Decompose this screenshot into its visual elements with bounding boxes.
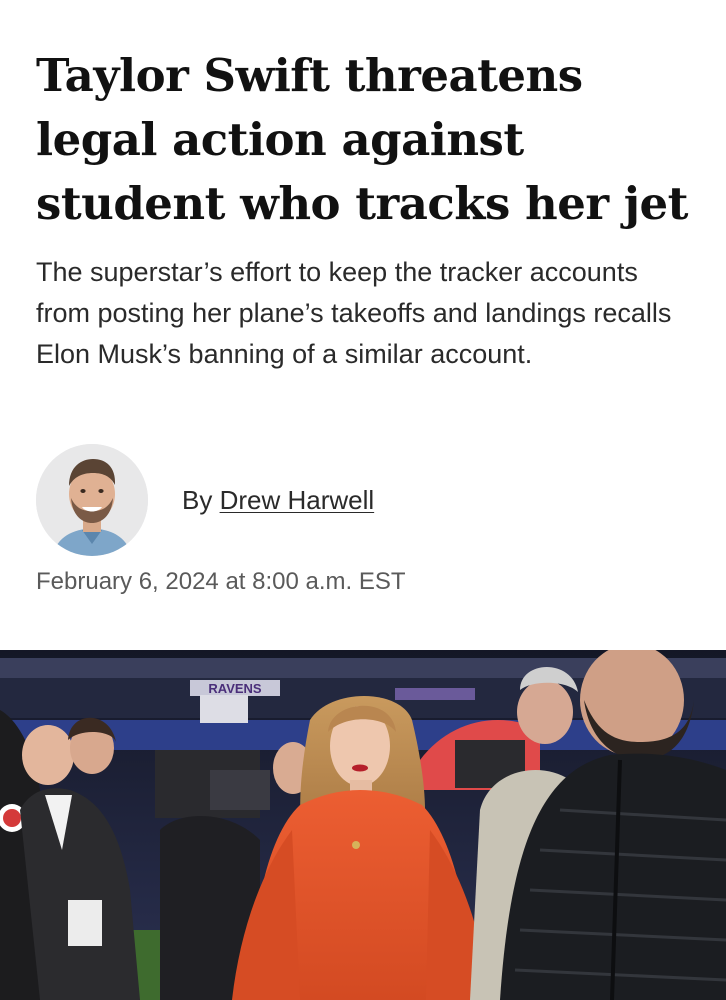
headline: Taylor Swift threatens legal action agai… bbox=[36, 49, 688, 230]
stadium-sign: RAVENS bbox=[208, 681, 262, 696]
article: Taylor Swift threatens legal action agai… bbox=[0, 0, 726, 1000]
publish-timestamp: February 6, 2024 at 8:00 a.m. EST bbox=[36, 568, 406, 595]
author-photo-illustration bbox=[36, 444, 148, 556]
byline-prefix: By bbox=[182, 485, 213, 515]
author-link[interactable]: Drew Harwell bbox=[220, 485, 375, 515]
byline-text: By Drew Harwell bbox=[182, 484, 374, 516]
byline: By Drew Harwell bbox=[36, 444, 696, 556]
author-avatar[interactable] bbox=[36, 444, 148, 556]
hero-photo-illustration: RAVENS bbox=[0, 650, 726, 1000]
hero-image[interactable]: RAVENS bbox=[0, 650, 726, 1000]
article-dek: The superstar’s effort to keep the track… bbox=[36, 257, 672, 369]
